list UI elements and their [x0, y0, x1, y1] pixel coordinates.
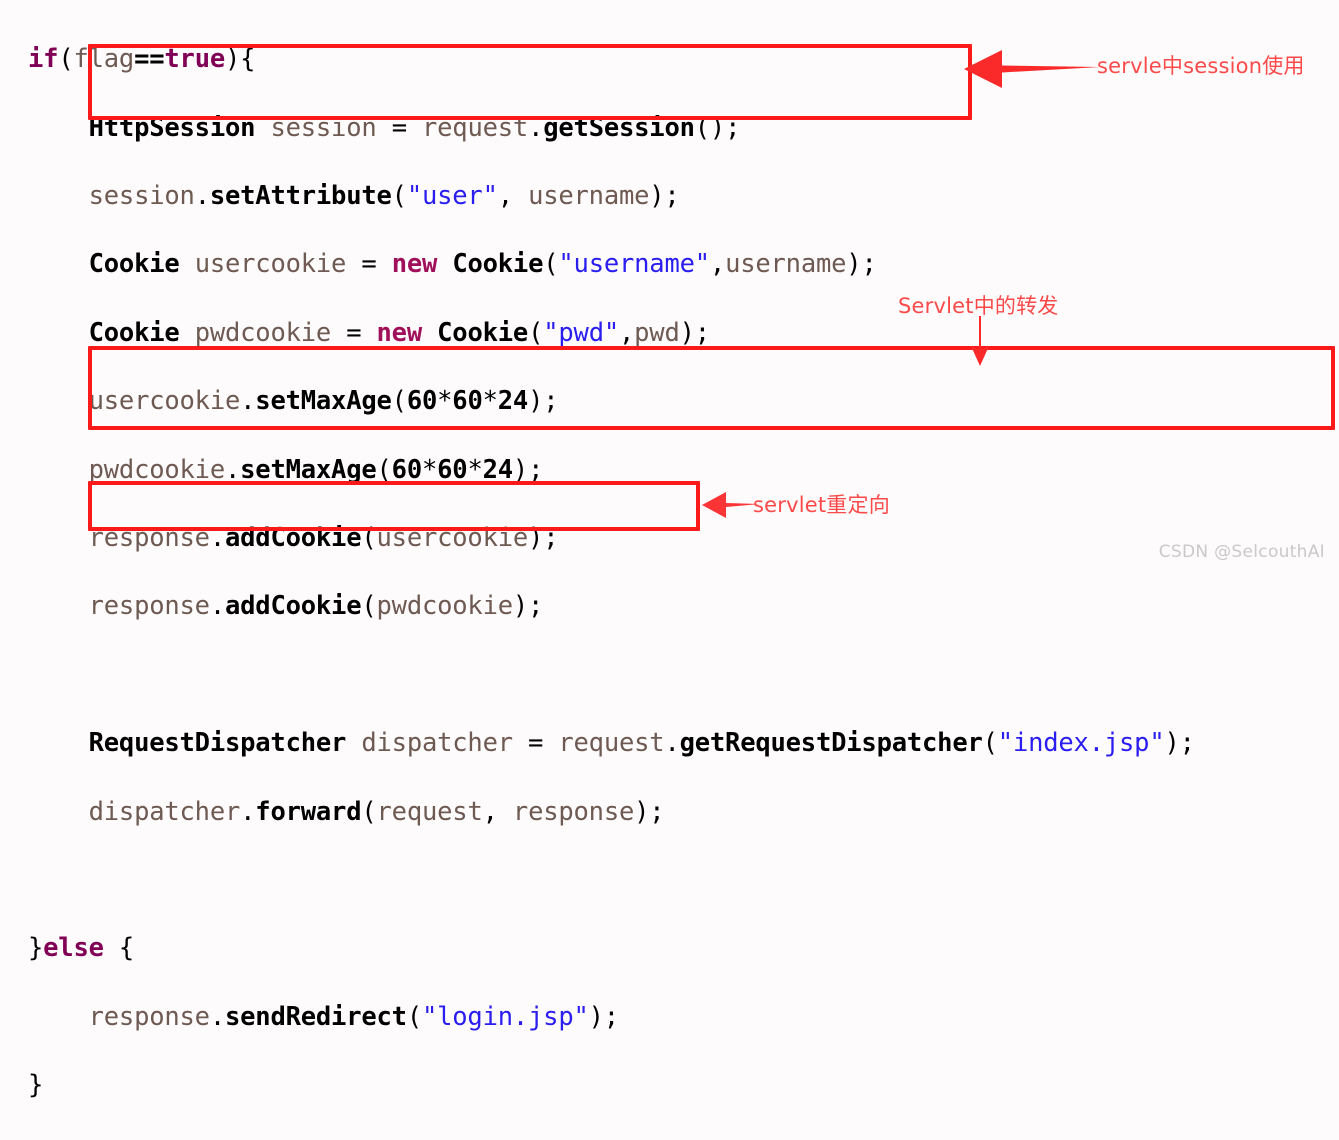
code-screenshot-canvas: if(flag==true){ HttpSession session = re… [0, 0, 1339, 1100]
code-line-15: response.sendRedirect("login.jsp"); [88, 1001, 620, 1032]
code-line-16: } [28, 1070, 44, 1101]
code-line-9: response.addCookie(pwdcookie); [88, 591, 544, 622]
code-line-2: HttpSession session = request.getSession… [88, 112, 741, 143]
code-line-5: Cookie pwdcookie = new Cookie("pwd",pwd)… [88, 317, 711, 348]
code-line-14: }else { [28, 933, 135, 964]
code-line-8: response.addCookie(usercookie); [88, 522, 559, 553]
annotation-session-label: servle中session使用 [1097, 54, 1305, 78]
code-line-12: dispatcher.forward(request, response); [88, 796, 665, 827]
code-line-3: session.setAttribute("user", username); [88, 180, 680, 211]
code-line-11: RequestDispatcher dispatcher = request.g… [88, 728, 1195, 759]
code-line-7: pwdcookie.setMaxAge(60*60*24); [88, 454, 544, 485]
down-arrow-icon-forward [971, 316, 989, 366]
code-line-4: Cookie usercookie = new Cookie("username… [88, 249, 877, 280]
code-block: if(flag==true){ HttpSession session = re… [28, 8, 1195, 1140]
annotation-redirect-label: servlet重定向 [753, 493, 890, 517]
left-arrow-icon-session [964, 50, 1100, 88]
code-line-6: usercookie.setMaxAge(60*60*24); [88, 386, 559, 417]
csdn-watermark: CSDN @SelcouthAI [1158, 542, 1325, 562]
